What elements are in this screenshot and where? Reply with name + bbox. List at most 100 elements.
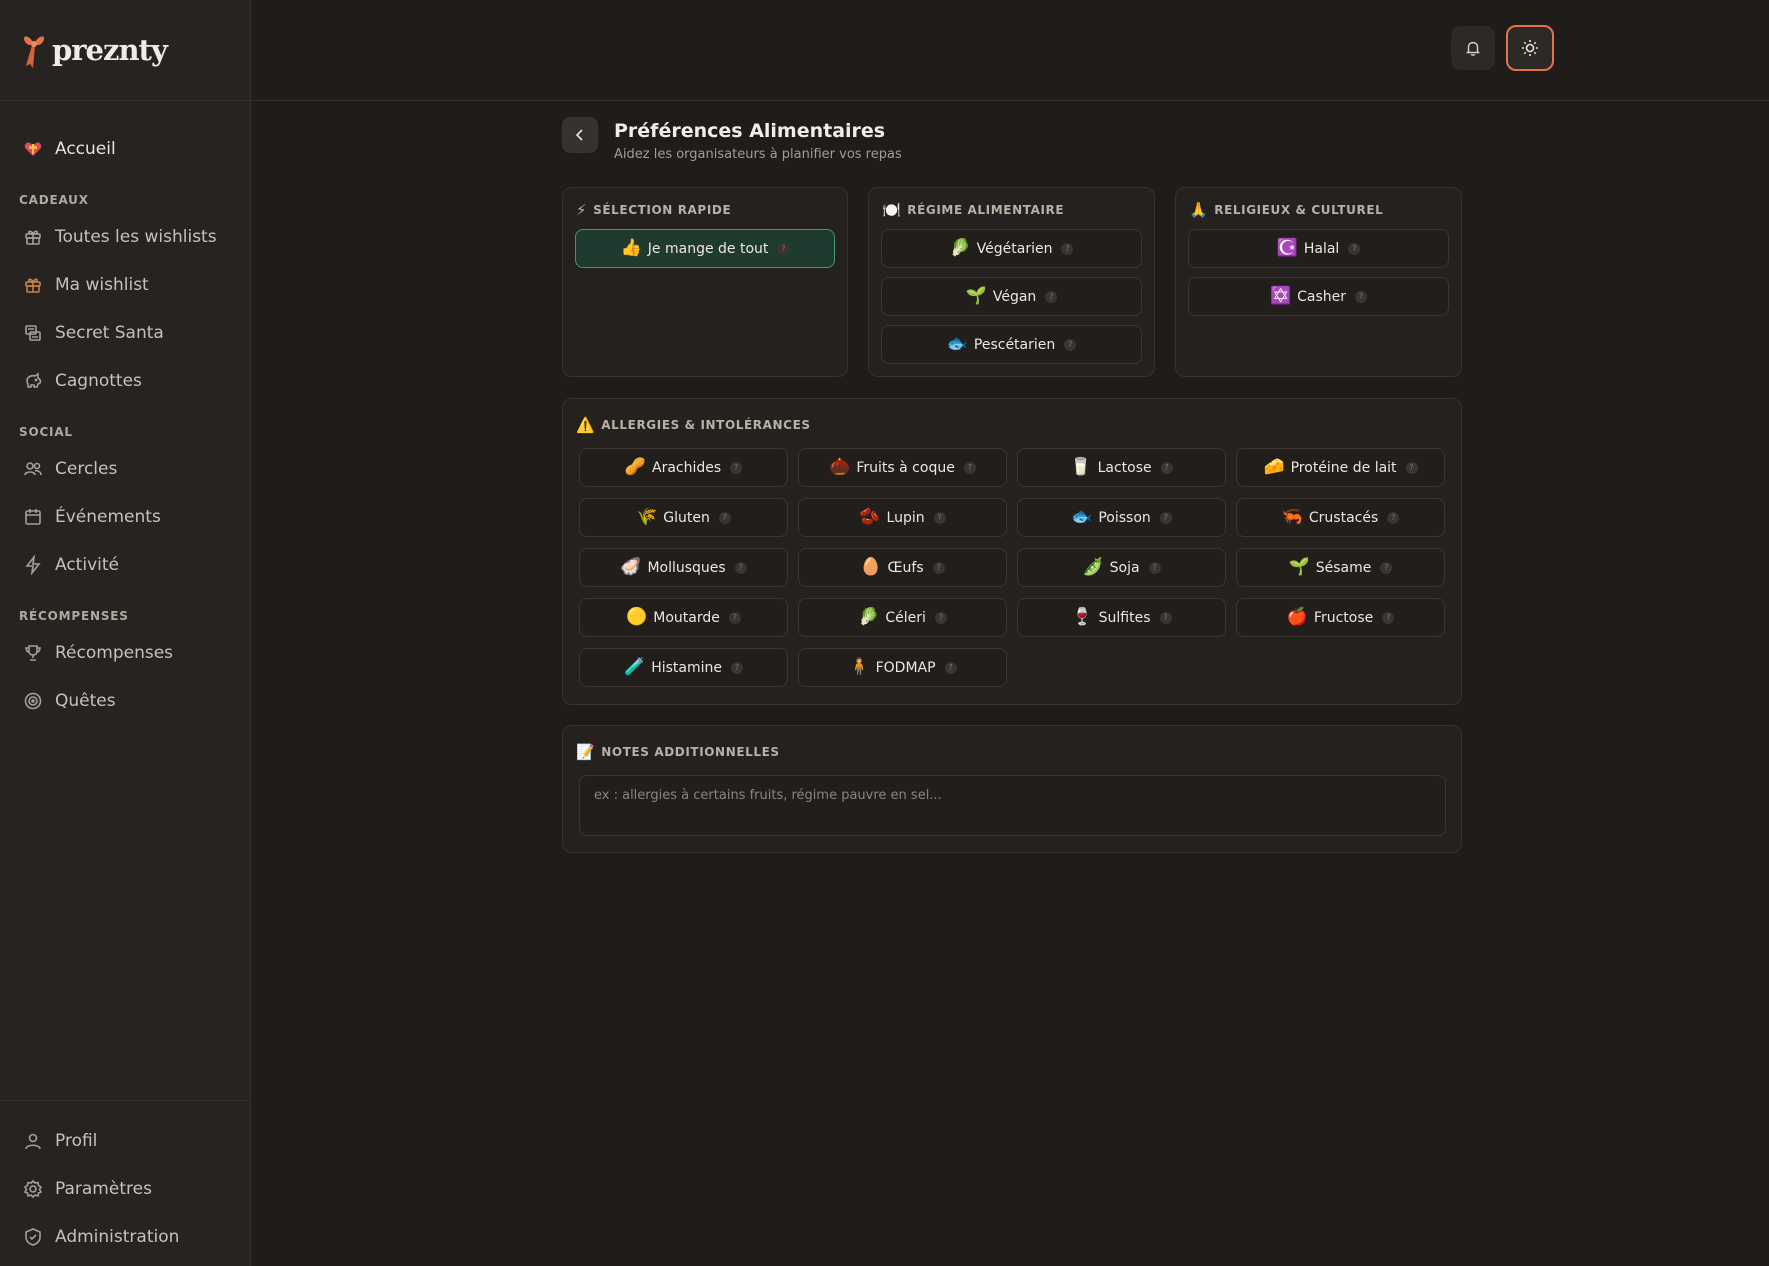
chip-allergy[interactable]: 🌾 Gluten? bbox=[579, 498, 788, 537]
help-icon[interactable]: ? bbox=[1355, 290, 1368, 303]
chip-allergy[interactable]: 🫘 Lupin? bbox=[798, 498, 1007, 537]
page-title: Préférences Alimentaires bbox=[614, 120, 886, 142]
star-crescent-icon: ☪️ bbox=[1276, 238, 1298, 258]
chip-allergy[interactable]: 🧍 FODMAP? bbox=[798, 648, 1007, 687]
chip-label: Fructose bbox=[1313, 609, 1374, 626]
chip-label: Histamine bbox=[651, 659, 722, 676]
help-icon[interactable]: ? bbox=[1148, 561, 1161, 574]
chip-allergy[interactable]: 🟡 Moutarde? bbox=[579, 598, 788, 637]
help-icon[interactable]: ? bbox=[1405, 461, 1418, 474]
memo-icon: 📝 bbox=[576, 743, 596, 761]
sidebar-item-cercles[interactable]: Cercles bbox=[0, 445, 250, 493]
allergen-icon: 🟡 bbox=[626, 607, 648, 627]
chip-allergy[interactable]: 🥜 Arachides? bbox=[579, 448, 788, 487]
help-icon[interactable]: ? bbox=[944, 661, 957, 674]
help-icon[interactable]: ? bbox=[1387, 511, 1400, 524]
help-icon[interactable]: ? bbox=[1160, 461, 1173, 474]
piggy-bank-icon bbox=[26, 372, 42, 388]
lightning-icon: ⚡ bbox=[576, 201, 588, 219]
chip-je-mange-de-tout[interactable]: 👍 Je mange de tout ? bbox=[575, 229, 835, 268]
help-icon[interactable]: ? bbox=[734, 561, 747, 574]
bell-icon bbox=[1465, 41, 1481, 56]
help-icon[interactable]: ? bbox=[730, 661, 743, 674]
sidebar-item-cagnottes[interactable]: Cagnottes bbox=[0, 357, 250, 405]
sidebar-item-administration[interactable]: Administration bbox=[0, 1213, 250, 1261]
chip-pescetarien[interactable]: 🐟 Pescétarien ? bbox=[881, 325, 1142, 364]
help-icon[interactable]: ? bbox=[718, 511, 731, 524]
help-icon[interactable]: ? bbox=[1061, 242, 1074, 255]
help-icon[interactable]: ? bbox=[934, 611, 947, 624]
chip-allergy[interactable]: 🌰 Fruits à coque? bbox=[798, 448, 1007, 487]
sidebar-item-label: Quêtes bbox=[55, 691, 116, 711]
sidebar-item-wishlists[interactable]: Toutes les wishlists bbox=[0, 213, 250, 261]
sidebar-item-parametres[interactable]: Paramètres bbox=[0, 1165, 250, 1213]
chip-allergy[interactable]: 🧪 Histamine? bbox=[579, 648, 788, 687]
chip-allergy[interactable]: 🫛 Soja? bbox=[1017, 548, 1226, 587]
help-icon[interactable]: ? bbox=[963, 461, 976, 474]
sidebar-item-accueil[interactable]: Accueil bbox=[0, 125, 250, 173]
leafy-green-icon: 🥬 bbox=[949, 238, 971, 258]
chip-allergy[interactable]: 🥛 Lactose? bbox=[1017, 448, 1226, 487]
page-header: Préférences Alimentaires Aidez les organ… bbox=[562, 117, 902, 162]
chip-allergy[interactable]: 🍎 Fructose? bbox=[1236, 598, 1445, 637]
help-icon[interactable]: ? bbox=[730, 461, 743, 474]
chip-label: Céleri bbox=[885, 609, 926, 626]
chip-label: Je mange de tout bbox=[647, 240, 769, 257]
chip-casher[interactable]: ✡️ Casher ? bbox=[1188, 277, 1449, 316]
seedling-icon: 🌱 bbox=[965, 286, 987, 306]
praying-hands-icon: 🙏 bbox=[1189, 201, 1209, 219]
chip-allergy[interactable]: 🥬 Céleri? bbox=[798, 598, 1007, 637]
gift-icon bbox=[25, 230, 41, 245]
help-icon[interactable]: ? bbox=[1348, 242, 1361, 255]
help-icon[interactable]: ? bbox=[1382, 611, 1395, 624]
back-button[interactable] bbox=[562, 117, 598, 153]
chip-allergy[interactable]: 🦪 Mollusques? bbox=[579, 548, 788, 587]
calendar-icon bbox=[25, 509, 41, 525]
help-icon[interactable]: ? bbox=[1045, 290, 1058, 303]
section-title-recompenses: RÉCOMPENSES bbox=[19, 609, 129, 623]
lightning-icon bbox=[25, 555, 41, 575]
chip-allergy[interactable]: 🦐 Crustacés? bbox=[1236, 498, 1445, 537]
card-title-text: SÉLECTION RAPIDE bbox=[593, 203, 732, 217]
help-icon[interactable]: ? bbox=[932, 561, 945, 574]
chip-vegetarien[interactable]: 🥬 Végétarien ? bbox=[881, 229, 1142, 268]
sidebar-item-quetes[interactable]: Quêtes bbox=[0, 677, 250, 725]
help-icon[interactable]: ? bbox=[1159, 511, 1172, 524]
allergen-icon: 🦐 bbox=[1281, 507, 1303, 527]
quick-selection-card: ⚡ SÉLECTION RAPIDE 👍 Je mange de tout ? bbox=[562, 187, 848, 377]
help-icon[interactable]: ? bbox=[1159, 611, 1172, 624]
sidebar-item-ma-wishlist[interactable]: Ma wishlist bbox=[0, 261, 250, 309]
chip-allergy[interactable]: 🍷 Sulfites? bbox=[1017, 598, 1226, 637]
sidebar-item-evenements[interactable]: Événements bbox=[0, 493, 250, 541]
chip-allergy[interactable]: 🥚 Œufs? bbox=[798, 548, 1007, 587]
logo[interactable]: preznty bbox=[0, 0, 250, 101]
chip-allergy[interactable]: 🧀 Protéine de lait? bbox=[1236, 448, 1445, 487]
allergen-icon: 🌾 bbox=[636, 507, 658, 527]
help-icon[interactable]: ? bbox=[933, 511, 946, 524]
gift-icon bbox=[25, 278, 41, 293]
theme-toggle-button[interactable] bbox=[1506, 25, 1554, 71]
chip-vegan[interactable]: 🌱 Végan ? bbox=[881, 277, 1142, 316]
sidebar-item-recompenses[interactable]: Récompenses bbox=[0, 629, 250, 677]
help-icon[interactable]: ? bbox=[728, 611, 741, 624]
allergen-icon: 🍎 bbox=[1286, 607, 1308, 627]
chevron-left-icon bbox=[575, 129, 583, 141]
chip-label: Casher bbox=[1297, 288, 1347, 305]
sidebar: preznty Accueil CADEAUX Toutes les wishl… bbox=[0, 0, 251, 1266]
help-icon[interactable]: ? bbox=[1064, 338, 1077, 351]
sidebar-item-profil[interactable]: Profil bbox=[0, 1117, 250, 1165]
help-icon[interactable]: ? bbox=[777, 242, 790, 255]
shield-icon bbox=[25, 1228, 41, 1246]
notes-textarea[interactable] bbox=[579, 775, 1446, 836]
help-icon[interactable]: ? bbox=[1380, 561, 1393, 574]
sidebar-item-activite[interactable]: Activité bbox=[0, 541, 250, 589]
sidebar-item-secret-santa[interactable]: Secret Santa bbox=[0, 309, 250, 357]
chip-label: Protéine de lait bbox=[1290, 459, 1397, 476]
notifications-button[interactable] bbox=[1451, 26, 1495, 70]
chip-label: Mollusques bbox=[647, 559, 726, 576]
chip-allergy[interactable]: 🌱 Sésame? bbox=[1236, 548, 1445, 587]
chip-allergy[interactable]: 🐟 Poisson? bbox=[1017, 498, 1226, 537]
chip-halal[interactable]: ☪️ Halal ? bbox=[1188, 229, 1449, 268]
chip-label: Sésame bbox=[1315, 559, 1372, 576]
section-title-cadeaux: CADEAUX bbox=[19, 193, 89, 207]
